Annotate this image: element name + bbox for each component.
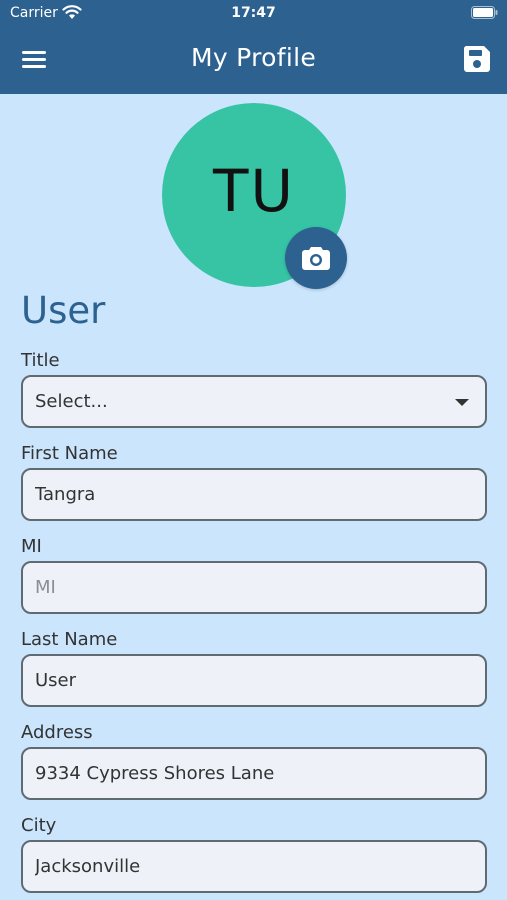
save-button[interactable] (462, 44, 492, 74)
first-name-input[interactable] (23, 470, 485, 519)
address-label: Address (21, 722, 93, 743)
address-input[interactable] (23, 749, 485, 798)
battery-icon (471, 6, 498, 19)
city-label: City (21, 815, 57, 836)
last-name-label: Last Name (21, 629, 118, 650)
first-name-field-box (21, 468, 487, 521)
mi-field-box (21, 561, 487, 614)
title-label: Title (21, 350, 60, 371)
status-bar: Carrier 17:47 (0, 0, 507, 28)
camera-icon (302, 247, 330, 270)
floppy-disk-icon (463, 46, 490, 72)
avatar-initials: TU (213, 157, 295, 225)
chevron-down-icon (455, 399, 469, 406)
city-field-box (21, 840, 487, 893)
section-title-user: User (21, 289, 106, 332)
last-name-input[interactable] (23, 656, 485, 705)
mi-input[interactable] (23, 563, 485, 612)
title-select-value: Select... (35, 391, 108, 412)
city-input[interactable] (23, 842, 485, 891)
mi-label: MI (21, 536, 42, 557)
navigation-bar: My Profile (0, 28, 507, 94)
title-select[interactable]: Select... (21, 375, 487, 428)
status-time: 17:47 (231, 5, 276, 21)
address-field-box (21, 747, 487, 800)
top-bar: Carrier 17:47 My Profile (0, 0, 507, 94)
first-name-label: First Name (21, 443, 118, 464)
change-photo-button[interactable] (285, 227, 347, 289)
profile-screen: Carrier 17:47 My Profile TU User Title S… (0, 0, 507, 900)
page-title: My Profile (190, 43, 317, 72)
last-name-field-box (21, 654, 487, 707)
